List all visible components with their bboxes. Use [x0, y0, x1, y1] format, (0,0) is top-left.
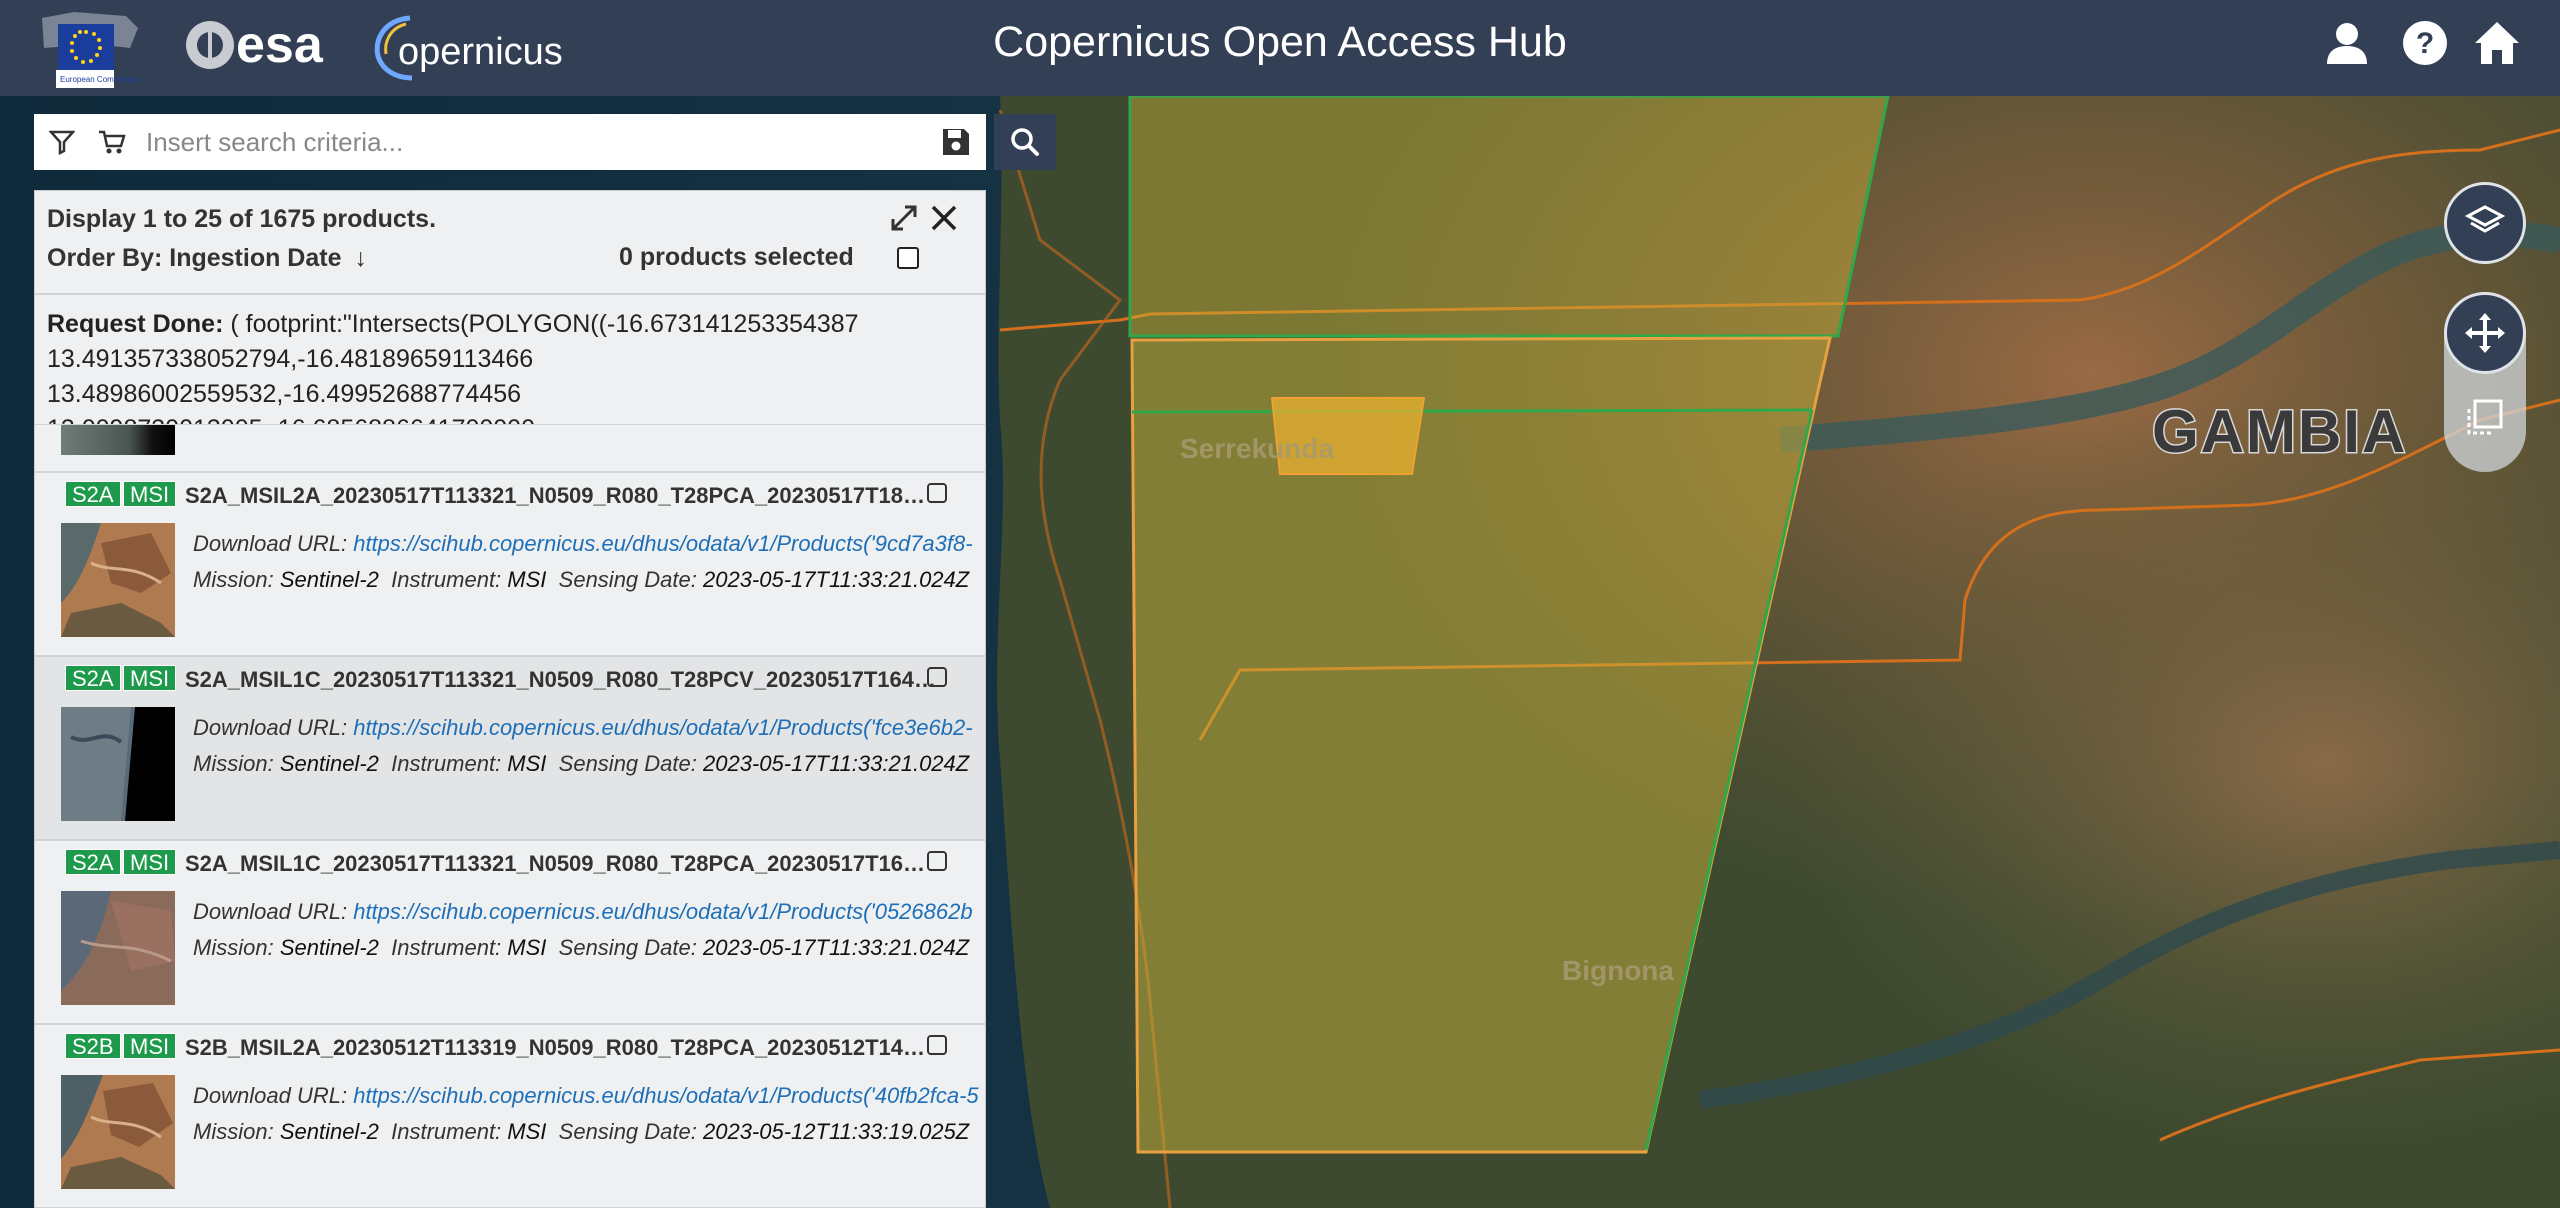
- svg-text:?: ?: [2416, 27, 2434, 60]
- sensing-date: 2023-05-17T11:33:21.024Z: [702, 751, 970, 776]
- product-thumbnail[interactable]: [61, 891, 175, 1005]
- product-name[interactable]: S2B_MSIL2A_20230512T113319_N0509_R080_T2…: [185, 1035, 937, 1061]
- instrument-value: MSI: [507, 751, 547, 776]
- select-area-icon: [2467, 399, 2503, 435]
- product-footprint-upper[interactable]: [1128, 94, 1890, 338]
- mission-badge: S2B: [65, 1033, 121, 1059]
- product-thumbnail: [61, 425, 175, 455]
- instrument-value: MSI: [507, 935, 547, 960]
- user-icon[interactable]: [2322, 18, 2372, 68]
- product-thumbnail[interactable]: [61, 1075, 175, 1189]
- expand-icon[interactable]: [889, 203, 919, 233]
- mission-value: Sentinel-2: [279, 1119, 379, 1144]
- mission-badge: S2A: [65, 481, 121, 507]
- instrument-value: MSI: [507, 567, 547, 592]
- sensing-label: Sensing Date:: [558, 935, 697, 960]
- mission-label: Mission:: [193, 567, 274, 592]
- product-list-item[interactable]: S2A MSI S2A_MSIL1C_20230517T113321_N0509…: [35, 841, 985, 1025]
- instrument-badge: MSI: [123, 481, 177, 507]
- filter-icon[interactable]: [34, 114, 90, 170]
- download-link[interactable]: https://scihub.copernicus.eu/dhus/odata/…: [353, 715, 972, 740]
- search-input[interactable]: [134, 116, 926, 168]
- order-by-label: Order By: Ingestion Date: [47, 244, 342, 272]
- close-icon[interactable]: [929, 203, 959, 233]
- product-list-item[interactable]: S2A MSI S2A_MSIL1C_20230517T113321_N0509…: [35, 657, 985, 841]
- footprint-green-line: [1131, 408, 1813, 414]
- mission-value: Sentinel-2: [279, 567, 379, 592]
- map-label-gambia: GAMBIA: [2152, 398, 2407, 465]
- app-header: European Commission esa opernicus Copern…: [0, 0, 2560, 96]
- save-icon[interactable]: [926, 114, 986, 170]
- pan-icon: [2465, 313, 2505, 353]
- select-all-checkbox[interactable]: [897, 247, 919, 269]
- product-list-item[interactable]: S2A MSI S2A_MSIL2A_20230517T113321_N0509…: [35, 473, 985, 657]
- instrument-badge: MSI: [123, 849, 177, 875]
- sort-arrow-icon[interactable]: ↓: [354, 244, 367, 272]
- map-label-bignona: Bignona: [1562, 955, 1674, 986]
- sensing-label: Sensing Date:: [558, 1119, 697, 1144]
- instrument-label: Instrument:: [391, 751, 502, 776]
- download-link[interactable]: https://scihub.copernicus.eu/dhus/odata/…: [353, 531, 972, 556]
- request-line: 13.48986002559532,-16.49952688774456: [47, 380, 522, 408]
- select-area-button[interactable]: [2444, 376, 2526, 458]
- request-query: Request Done: ( footprint:"Intersects(PO…: [35, 295, 985, 425]
- request-line: ( footprint:"Intersects(POLYGON((-16.673…: [223, 310, 859, 338]
- sensing-label: Sensing Date:: [558, 751, 697, 776]
- layers-icon: [2465, 205, 2505, 233]
- product-name[interactable]: S2A_MSIL2A_20230517T113321_N0509_R080_T2…: [185, 483, 937, 509]
- url-label: Download URL:: [193, 899, 348, 924]
- search-bar: [34, 114, 986, 170]
- search-button[interactable]: [994, 114, 1056, 170]
- map-label-serrekunda: Serrekunda: [1180, 433, 1334, 464]
- instrument-badge: MSI: [123, 665, 177, 691]
- search-icon: [1011, 128, 1039, 156]
- mission-label: Mission:: [193, 1119, 274, 1144]
- url-label: Download URL:: [193, 1083, 348, 1108]
- product-checkbox[interactable]: [927, 483, 947, 503]
- results-panel: Display 1 to 25 of 1675 products. Order …: [34, 190, 986, 1208]
- product-thumbnail[interactable]: [61, 523, 175, 637]
- url-label: Download URL:: [193, 715, 348, 740]
- url-label: Download URL:: [193, 531, 348, 556]
- layers-button[interactable]: [2444, 182, 2526, 264]
- instrument-label: Instrument:: [391, 1119, 502, 1144]
- sensing-date: 2023-05-12T11:33:19.025Z: [702, 1119, 970, 1144]
- list-item-partial[interactable]: [35, 425, 985, 473]
- mission-badge: S2A: [65, 665, 121, 691]
- pan-button[interactable]: [2444, 292, 2526, 374]
- product-list-item[interactable]: S2B MSI S2B_MSIL2A_20230512T113319_N0509…: [35, 1025, 985, 1208]
- request-line: 13.491357338052794,-16.48189659113466: [47, 345, 534, 373]
- mission-label: Mission:: [193, 935, 274, 960]
- results-count: Display 1 to 25 of 1675 products.: [47, 205, 437, 233]
- page-title: Copernicus Open Access Hub: [993, 18, 1567, 66]
- download-link[interactable]: https://scihub.copernicus.eu/dhus/odata/…: [353, 899, 972, 924]
- download-link[interactable]: https://scihub.copernicus.eu/dhus/odata/…: [353, 1083, 978, 1108]
- instrument-badge: MSI: [123, 1033, 177, 1059]
- instrument-label: Instrument:: [391, 935, 502, 960]
- sensing-date: 2023-05-17T11:33:21.024Z: [702, 935, 970, 960]
- selected-count: 0 products selected: [619, 243, 854, 271]
- product-name[interactable]: S2A_MSIL1C_20230517T113321_N0509_R080_T2…: [185, 851, 937, 877]
- sensing-date: 2023-05-17T11:33:21.024Z: [702, 567, 970, 592]
- request-line: 13.0098730013005,-16.6856886641700000: [47, 415, 535, 424]
- instrument-label: Instrument:: [391, 567, 502, 592]
- product-checkbox[interactable]: [927, 667, 947, 687]
- help-icon[interactable]: ?: [2400, 18, 2450, 68]
- map-tool-group: [2444, 292, 2526, 472]
- cart-icon[interactable]: [90, 114, 134, 170]
- product-name[interactable]: S2A_MSIL1C_20230517T113321_N0509_R080_T2…: [185, 667, 937, 693]
- mission-value: Sentinel-2: [279, 935, 379, 960]
- product-checkbox[interactable]: [927, 851, 947, 871]
- product-thumbnail[interactable]: [61, 707, 175, 821]
- request-label: Request Done:: [47, 310, 224, 338]
- results-header: Display 1 to 25 of 1675 products. Order …: [35, 191, 985, 295]
- mission-value: Sentinel-2: [279, 751, 379, 776]
- product-checkbox[interactable]: [927, 1035, 947, 1055]
- instrument-value: MSI: [507, 1119, 547, 1144]
- home-icon[interactable]: [2472, 18, 2522, 68]
- ec-logo-text: European Commission: [60, 75, 141, 84]
- sensing-label: Sensing Date:: [558, 567, 697, 592]
- mission-badge: S2A: [65, 849, 121, 875]
- mission-label: Mission:: [193, 751, 274, 776]
